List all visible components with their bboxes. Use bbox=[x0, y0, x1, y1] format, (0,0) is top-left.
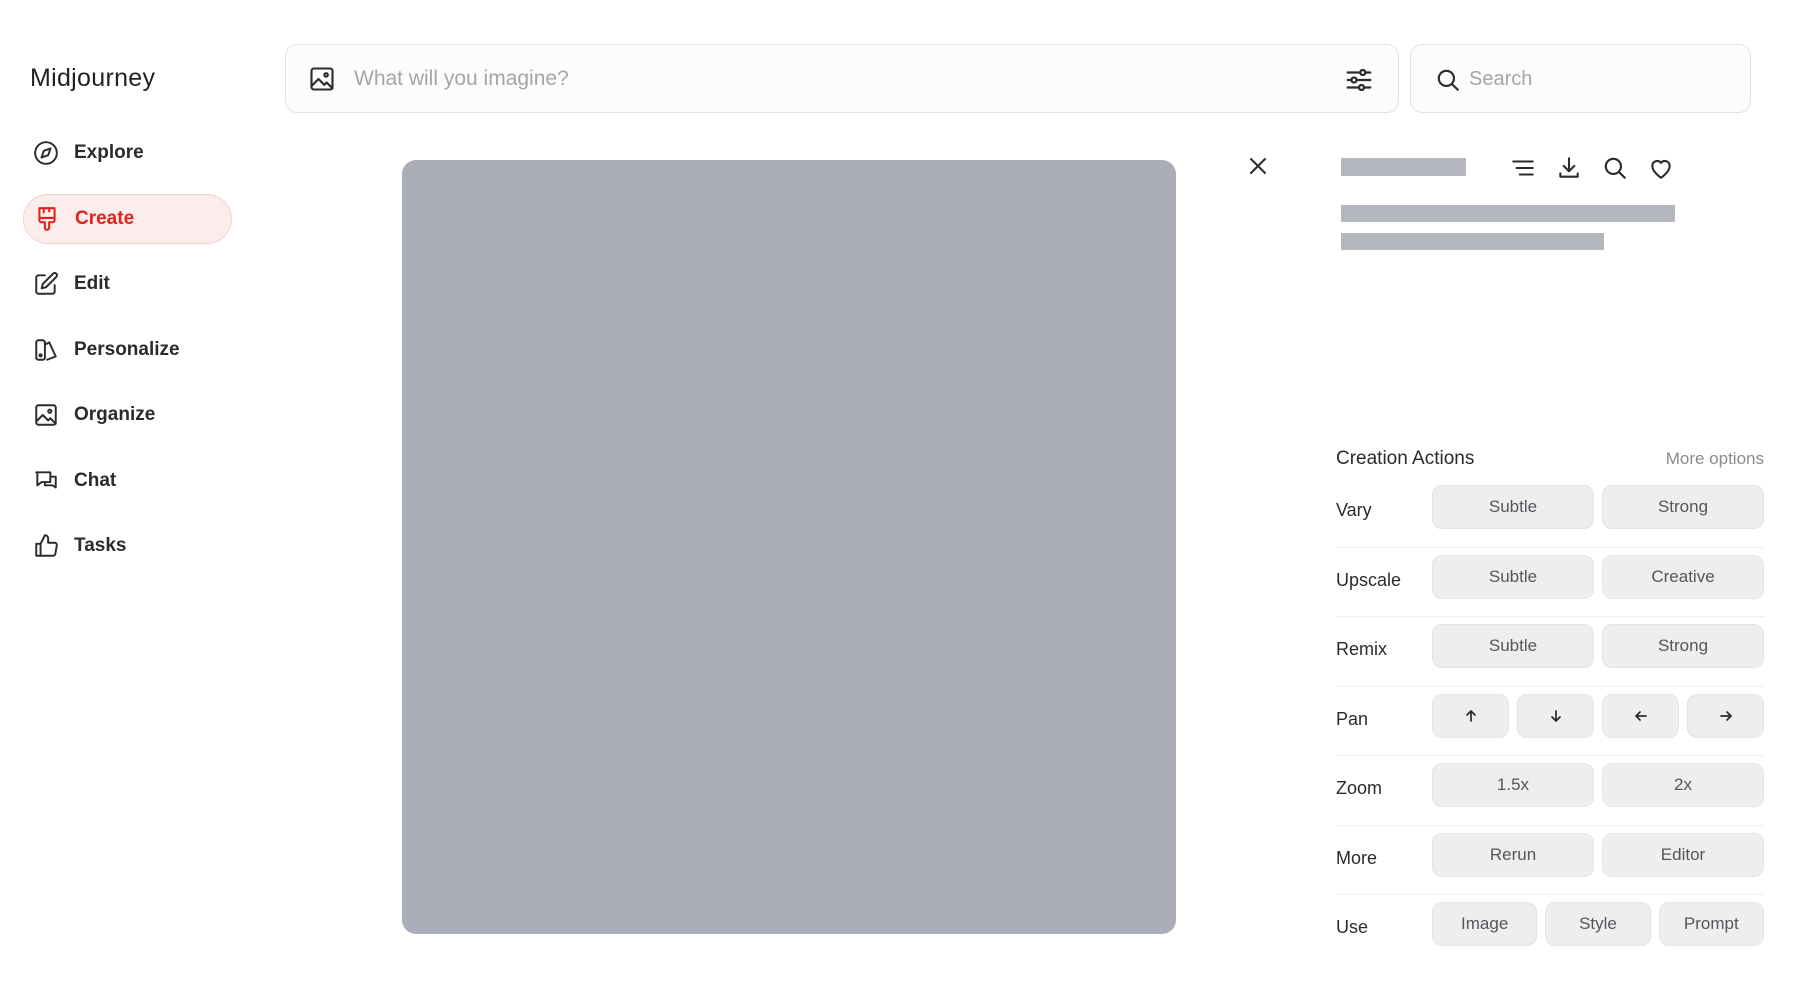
app-window: Midjourney Explore Create Edit Personali… bbox=[0, 0, 1800, 996]
action-row-remix: Remix Subtle Strong bbox=[1336, 617, 1764, 687]
use-style-button[interactable]: Style bbox=[1545, 902, 1651, 946]
editor-button[interactable]: Editor bbox=[1602, 832, 1764, 877]
action-row-vary: Vary Subtle Strong bbox=[1336, 478, 1764, 548]
brand-logo-text[interactable]: Midjourney bbox=[30, 64, 155, 93]
prompt-input[interactable] bbox=[354, 63, 1304, 95]
sidebar-item-label: Organize bbox=[74, 404, 156, 425]
arrow-left-icon bbox=[1634, 710, 1647, 721]
search-icon bbox=[1435, 67, 1461, 93]
sidebar-nav: Explore Create Edit Personalize Organize… bbox=[23, 128, 232, 587]
use-prompt-button[interactable]: Prompt bbox=[1658, 902, 1764, 946]
row-label: More bbox=[1336, 847, 1378, 868]
sidebar-item-label: Tasks bbox=[74, 535, 127, 556]
more-options-link[interactable]: More options bbox=[1666, 449, 1764, 469]
vary-subtle-button[interactable]: Subtle bbox=[1432, 485, 1594, 529]
row-label: Vary bbox=[1336, 500, 1372, 520]
zoom-1-5x-button[interactable]: 1.5x bbox=[1432, 763, 1594, 807]
sidebar-item-label: Explore bbox=[74, 142, 144, 163]
action-row-use: Use Image Style Prompt bbox=[1336, 895, 1764, 965]
skeleton-line bbox=[1341, 205, 1675, 222]
pan-right-button[interactable] bbox=[1687, 693, 1764, 738]
sidebar-item-explore[interactable]: Explore bbox=[23, 128, 232, 178]
row-label: Zoom bbox=[1336, 778, 1383, 798]
remix-strong-button[interactable]: Strong bbox=[1602, 624, 1764, 668]
personalize-icon bbox=[32, 336, 60, 364]
action-row-pan: Pan bbox=[1336, 687, 1764, 756]
vary-strong-button[interactable]: Strong bbox=[1602, 485, 1764, 529]
upscale-creative-button[interactable]: Creative bbox=[1602, 554, 1764, 599]
sidebar-item-create[interactable]: Create bbox=[23, 193, 232, 244]
row-label: Upscale bbox=[1336, 569, 1402, 590]
sidebar-item-label: Create bbox=[75, 207, 135, 229]
chat-icon bbox=[32, 467, 60, 495]
arrow-down-icon bbox=[1550, 709, 1561, 722]
settings-sliders-icon[interactable] bbox=[1344, 65, 1374, 95]
skeleton-title bbox=[1341, 158, 1466, 176]
sidebar: Midjourney Explore Create Edit Personali… bbox=[0, 0, 250, 996]
row-label: Remix bbox=[1336, 639, 1388, 659]
arrow-right-icon bbox=[1719, 710, 1732, 721]
sidebar-item-label: Personalize bbox=[74, 338, 180, 360]
sidebar-item-edit[interactable]: Edit bbox=[23, 259, 232, 309]
sidebar-item-personalize[interactable]: Personalize bbox=[23, 325, 232, 375]
creation-actions-header: Creation Actions More options bbox=[1336, 442, 1764, 478]
search-icon[interactable] bbox=[1600, 153, 1630, 183]
thumbs-up-icon bbox=[32, 532, 60, 560]
remix-subtle-button[interactable]: Subtle bbox=[1432, 624, 1594, 668]
download-icon[interactable] bbox=[1554, 153, 1584, 183]
edit-icon bbox=[32, 270, 60, 298]
heart-icon[interactable] bbox=[1646, 153, 1676, 183]
row-label: Use bbox=[1336, 917, 1369, 937]
sidebar-item-organize[interactable]: Organize bbox=[23, 390, 232, 440]
action-row-more: More Rerun Editor bbox=[1336, 826, 1764, 895]
prompt-bar bbox=[285, 44, 1399, 113]
upscale-subtle-button[interactable]: Subtle bbox=[1432, 554, 1594, 599]
image-icon bbox=[32, 401, 60, 429]
sidebar-item-chat[interactable]: Chat bbox=[23, 456, 232, 506]
skeleton-line bbox=[1341, 233, 1604, 250]
arrow-up-icon bbox=[1465, 709, 1476, 722]
pan-up-button[interactable] bbox=[1432, 693, 1509, 738]
close-icon[interactable] bbox=[1246, 154, 1270, 178]
creation-actions-panel: Creation Actions More options Vary Subtl… bbox=[1336, 442, 1764, 965]
generated-image-placeholder[interactable] bbox=[402, 160, 1176, 934]
menu-lines-icon[interactable] bbox=[1508, 153, 1538, 183]
add-image-icon[interactable] bbox=[308, 65, 336, 93]
sidebar-item-label: Edit bbox=[74, 273, 110, 294]
action-row-upscale: Upscale Subtle Creative bbox=[1336, 548, 1764, 617]
search-bar bbox=[1410, 44, 1751, 113]
sidebar-item-tasks[interactable]: Tasks bbox=[23, 521, 232, 571]
zoom-2x-button[interactable]: 2x bbox=[1602, 763, 1764, 807]
creation-actions-title: Creation Actions bbox=[1336, 448, 1475, 469]
use-image-button[interactable]: Image bbox=[1432, 902, 1538, 946]
rerun-button[interactable]: Rerun bbox=[1432, 832, 1594, 877]
search-input[interactable] bbox=[1469, 63, 1729, 95]
pan-left-button[interactable] bbox=[1602, 693, 1679, 738]
row-label: Pan bbox=[1336, 708, 1369, 729]
sidebar-item-label: Chat bbox=[74, 469, 117, 491]
image-toolbar bbox=[1508, 153, 1692, 183]
paintbrush-icon bbox=[33, 205, 61, 233]
action-row-zoom: Zoom 1.5x 2x bbox=[1336, 756, 1764, 826]
compass-icon bbox=[32, 139, 60, 167]
pan-down-button[interactable] bbox=[1517, 693, 1594, 738]
